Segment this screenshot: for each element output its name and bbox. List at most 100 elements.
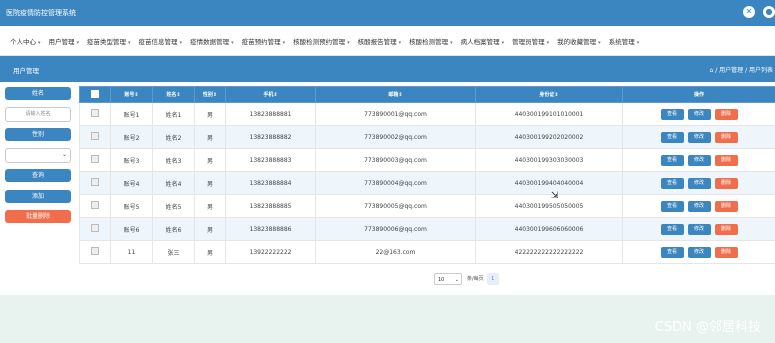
- column-header: 邮箱⇕: [315, 86, 476, 103]
- select-all-checkbox[interactable]: [79, 86, 111, 103]
- caret-down-icon: ▾: [450, 39, 453, 46]
- delete-button[interactable]: 删除: [714, 246, 738, 258]
- nav-item-label: 疫苗信息管理: [138, 37, 178, 46]
- view-button[interactable]: 查看: [660, 177, 684, 189]
- edit-button[interactable]: 修改: [687, 246, 711, 258]
- checkbox-icon[interactable]: [91, 89, 99, 98]
- table-cell: 男: [194, 240, 226, 264]
- column-header: 姓名⇕: [152, 86, 195, 103]
- table-row: 账号6 姓名6 男 13823888886 773890006@qq.com 440300…: [79, 217, 775, 241]
- delete-button[interactable]: 删除: [714, 154, 738, 166]
- query-button[interactable]: 查询: [5, 169, 71, 182]
- row-checkbox[interactable]: [91, 178, 99, 186]
- table-cell: 姓名1: [152, 102, 195, 126]
- nav-item[interactable]: 系统管理 ▾: [609, 36, 640, 46]
- user-icon[interactable]: ●: [763, 6, 775, 18]
- edit-button[interactable]: 修改: [687, 177, 711, 189]
- row-checkbox-cell: [79, 102, 111, 126]
- table-cell: 姓名4: [152, 171, 195, 195]
- caret-down-icon: ▾: [546, 39, 550, 46]
- row-checkbox[interactable]: [91, 132, 99, 140]
- column-header: 账号⇕: [110, 86, 153, 103]
- edit-button[interactable]: 修改: [687, 223, 711, 235]
- table-header: 账号⇕ 姓名⇕ 性别⇕ 手机⇕ 邮箱⇕ 身份证⇕ 操作: [79, 86, 775, 103]
- delete-button[interactable]: 删除: [714, 200, 738, 212]
- batch-delete-button[interactable]: 批量删除: [5, 210, 71, 223]
- nav-item[interactable]: 疫苗信息管理 ▾: [139, 36, 183, 46]
- title-bar: 医院疫情防控管理系统 ✕ ●: [0, 0, 775, 26]
- table-cell: 账号5: [110, 194, 153, 218]
- view-button[interactable]: 查看: [660, 131, 684, 143]
- nav-item[interactable]: 管理员管理 ▾: [512, 36, 549, 46]
- row-checkbox[interactable]: [91, 155, 99, 163]
- nav-item[interactable]: 疫苗预约管理 ▾: [242, 36, 286, 46]
- nav-item[interactable]: 用户管理 ▾: [49, 36, 80, 46]
- delete-button[interactable]: 删除: [714, 223, 738, 235]
- delete-button[interactable]: 删除: [714, 177, 738, 189]
- edit-button[interactable]: 修改: [687, 108, 711, 120]
- delete-button[interactable]: 删除: [714, 131, 738, 143]
- table-cell: 男: [194, 171, 226, 195]
- row-checkbox[interactable]: [91, 109, 99, 117]
- view-button[interactable]: 查看: [660, 246, 684, 258]
- row-checkbox[interactable]: [91, 224, 99, 232]
- caret-down-icon: ▾: [598, 39, 601, 46]
- breadcrumb[interactable]: ⌂ / 用户管理 / 用户列表: [710, 65, 773, 74]
- column-header: 操作: [622, 86, 775, 103]
- actions-cell: 查看 修改 删除: [622, 125, 775, 149]
- table-cell: 22@163.com: [315, 240, 476, 264]
- nav-item[interactable]: 核酸报告管理 ▾: [358, 36, 402, 46]
- name-input[interactable]: 请输入姓名: [5, 107, 71, 122]
- watermark: CSDN @邻居科技: [654, 320, 761, 335]
- view-button[interactable]: 查看: [660, 154, 684, 166]
- edit-button[interactable]: 修改: [687, 131, 711, 143]
- edit-button[interactable]: 修改: [687, 154, 711, 166]
- column-header: 性别⇕: [194, 86, 226, 103]
- table-cell: 男: [194, 217, 226, 241]
- edit-button[interactable]: 修改: [687, 200, 711, 212]
- caret-down-icon: ▾: [282, 39, 286, 46]
- table-cell: 13823888881: [225, 102, 316, 126]
- delete-button[interactable]: 删除: [714, 108, 738, 120]
- add-button[interactable]: 添加: [5, 190, 71, 203]
- nav-item[interactable]: 核酸检测预约管理 ▾: [293, 36, 350, 46]
- nav-item[interactable]: 疫苗类型管理 ▾: [87, 36, 131, 46]
- caret-down-icon: ▾: [501, 39, 505, 46]
- page-number[interactable]: 1: [486, 272, 499, 285]
- table-cell: 账号6: [110, 217, 153, 241]
- per-page-label: 条/每页: [467, 276, 484, 282]
- table-cell: 440300199505050005: [475, 194, 623, 218]
- view-button[interactable]: 查看: [660, 223, 684, 235]
- close-circle-icon[interactable]: ✕: [743, 6, 755, 18]
- nav-item[interactable]: 疫情数据管理 ▾: [190, 36, 234, 46]
- row-checkbox[interactable]: [91, 201, 99, 209]
- table-row: 11 张三男 13922222222 22@163.com 42222222222222…: [79, 240, 775, 264]
- view-button[interactable]: 查看: [660, 108, 684, 120]
- table-cell: 姓名2: [152, 125, 195, 149]
- chevron-down-icon: ⌄: [61, 151, 67, 158]
- caret-down-icon: ▾: [128, 39, 131, 46]
- page-size-select[interactable]: 10 ⌄: [434, 272, 462, 285]
- user-table: 账号⇕ 姓名⇕ 性别⇕ 手机⇕ 邮箱⇕ 身份证⇕ 操作 账号1 姓名1 男 13823888881…: [79, 86, 775, 264]
- table-cell: 男: [194, 148, 226, 172]
- table-row: 账号4 姓名4 男 13823888884 773890004@qq.com 440300…: [79, 171, 775, 195]
- gender-select[interactable]: ⌄: [5, 148, 71, 163]
- caret-down-icon: ▾: [347, 39, 350, 46]
- mouse-cursor-icon: ⇲: [551, 191, 559, 201]
- table-row: 账号1 姓名1 男 13823888881 773890001@qq.com 440300…: [79, 102, 775, 126]
- table-cell: 422222222222222222: [475, 240, 623, 264]
- nav-item[interactable]: 病人档案管理 ▾: [461, 36, 505, 46]
- row-checkbox-cell: [79, 171, 111, 195]
- nav-item-label: 我的收藏管理: [557, 37, 597, 46]
- nav-item[interactable]: 核酸检测管理 ▾: [409, 36, 453, 46]
- table-cell: 姓名6: [152, 217, 195, 241]
- nav-item[interactable]: 个人中心 ▾: [10, 36, 41, 46]
- nav-item[interactable]: 我的收藏管理 ▾: [557, 36, 601, 46]
- actions-cell: 查看 修改 删除: [622, 102, 775, 126]
- table-cell: 姓名3: [152, 148, 195, 172]
- row-checkbox[interactable]: [91, 247, 99, 255]
- view-button[interactable]: 查看: [660, 200, 684, 212]
- table-cell: 11: [110, 240, 153, 264]
- table-cell: 773890006@qq.com: [315, 217, 476, 241]
- page-title: 用户管理: [13, 67, 39, 75]
